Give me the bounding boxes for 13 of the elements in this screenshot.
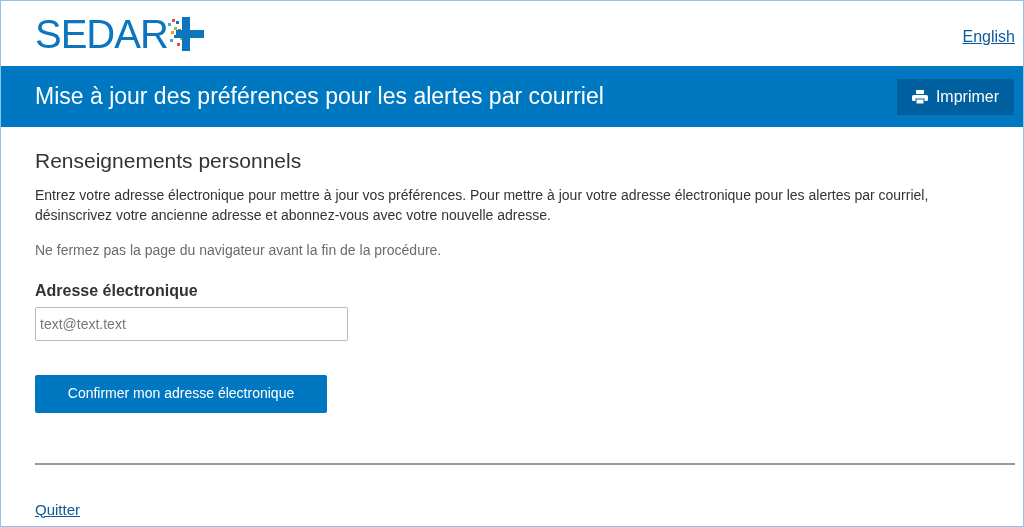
intro-paragraph: Entrez votre adresse électronique pour mettre à jour vos préférences. Pour mettre à jour votre adresse électronique pour les alertes par courriel, désinscrivez votre ancienne adresse et abonnez-vous avec votre nouvelle adresse. bbox=[35, 185, 930, 225]
email-field[interactable]: text@text.text bbox=[35, 306, 348, 341]
print-button[interactable]: Imprimer bbox=[896, 78, 1014, 115]
section-heading: Renseignements personnels bbox=[35, 148, 303, 174]
plus-icon bbox=[167, 16, 204, 51]
page-title: Mise à jour des préférences pour les alertes par courriel bbox=[35, 82, 604, 112]
email-label: Adresse électronique bbox=[35, 280, 199, 301]
language-link[interactable]: English bbox=[962, 24, 1015, 49]
confirm-button[interactable]: Confirmer mon adresse électronique bbox=[35, 374, 327, 413]
quit-link[interactable]: Quitter bbox=[35, 498, 80, 521]
warning-note: Ne fermez pas la page du navigateur avant la fin de la procédure. bbox=[35, 240, 443, 260]
printer-icon bbox=[911, 89, 928, 104]
logo-text: SEDAR bbox=[35, 13, 168, 54]
